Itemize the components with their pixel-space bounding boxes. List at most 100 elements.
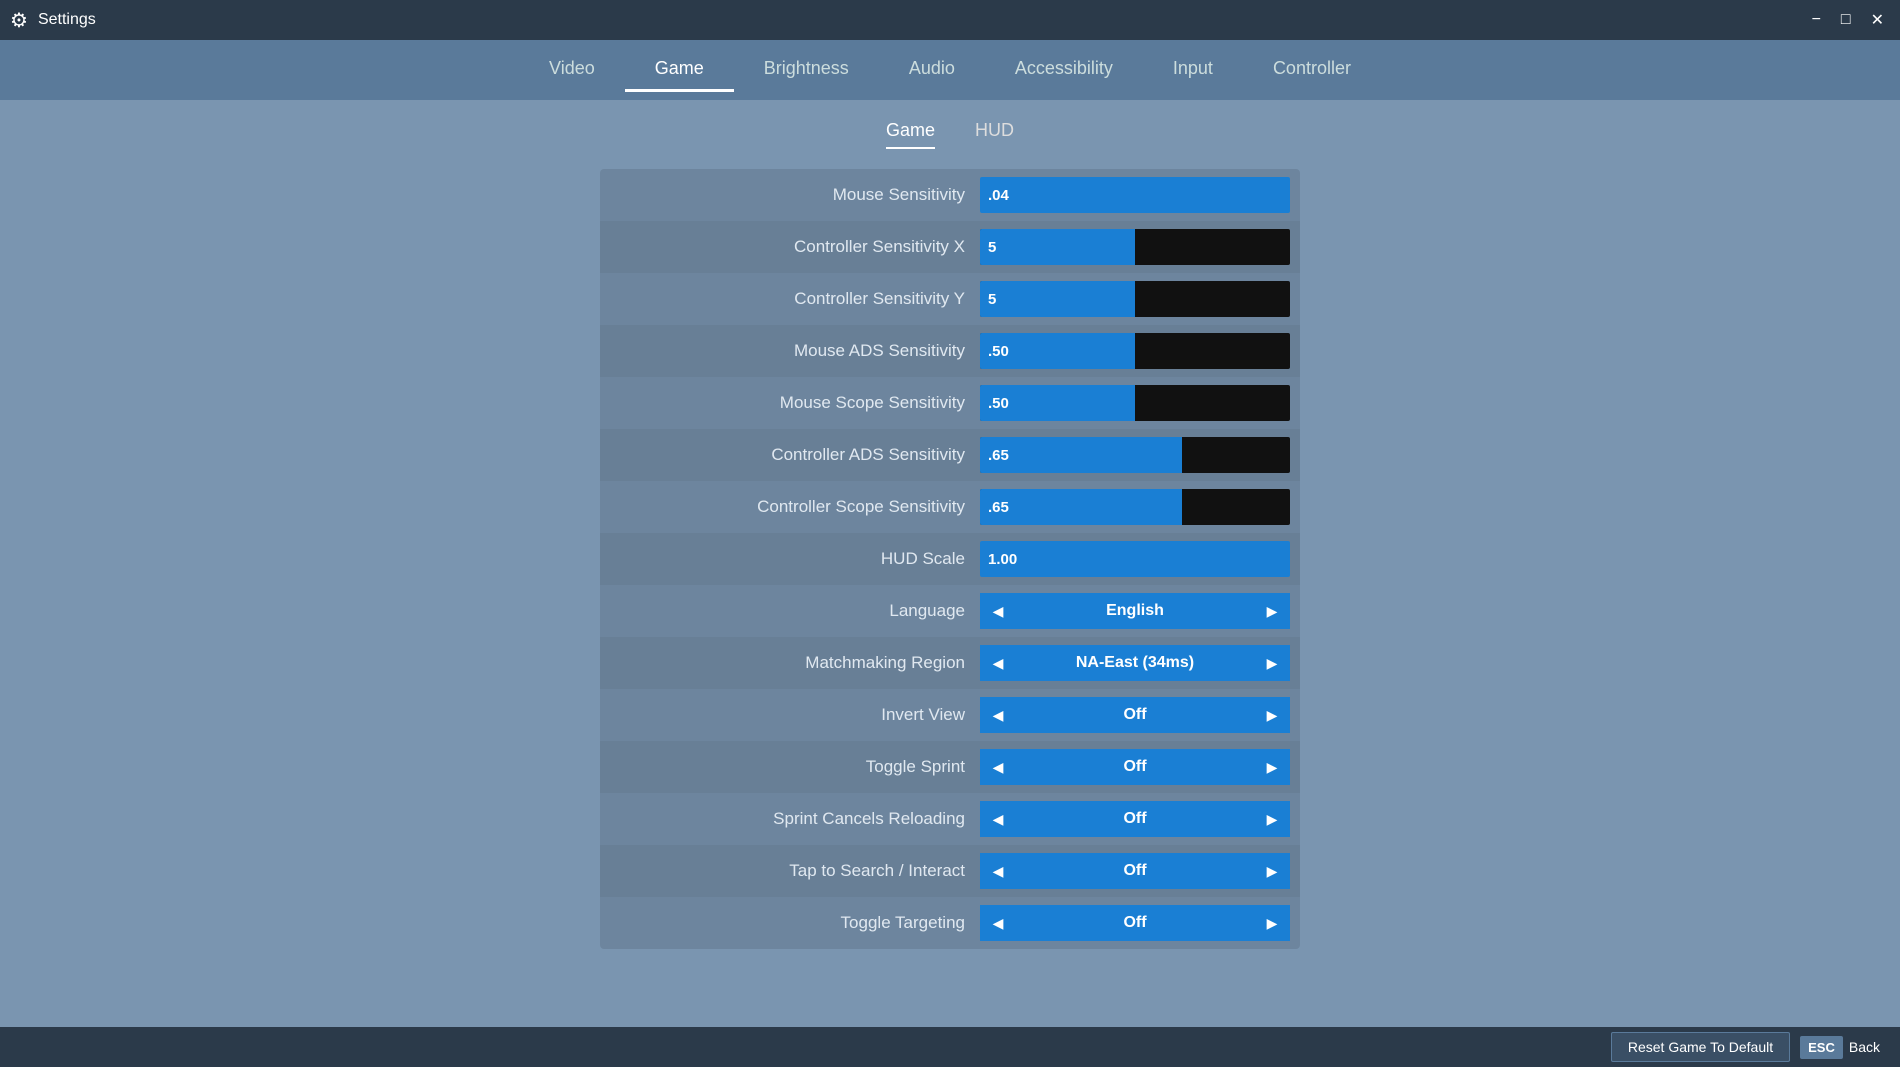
- sub-tabs: Game HUD: [886, 120, 1014, 149]
- setting-control-toggle-sprint: ◀ Off ▶: [980, 749, 1290, 785]
- setting-label-toggle-targeting: Toggle Targeting: [610, 913, 980, 933]
- setting-control-language: ◀ English ▶: [980, 593, 1290, 629]
- close-button[interactable]: ✕: [1865, 8, 1890, 32]
- setting-label-language: Language: [610, 601, 980, 621]
- slider-fill-mouse-ads-sensitivity: .50: [980, 333, 1135, 369]
- matchmaking-region-value: NA-East (34ms): [1016, 645, 1254, 681]
- top-nav: Video Game Brightness Audio Accessibilit…: [0, 40, 1900, 100]
- minimize-button[interactable]: −: [1806, 9, 1827, 31]
- maximize-button[interactable]: □: [1835, 9, 1857, 31]
- setting-row-toggle-targeting: Toggle Targeting ◀ Off ▶: [600, 897, 1300, 949]
- language-next-button[interactable]: ▶: [1254, 593, 1290, 629]
- setting-label-mouse-scope-sensitivity: Mouse Scope Sensitivity: [610, 393, 980, 413]
- toggle-targeting-next-button[interactable]: ▶: [1254, 905, 1290, 941]
- setting-row-toggle-sprint: Toggle Sprint ◀ Off ▶: [600, 741, 1300, 793]
- toggle-targeting-value: Off: [1016, 905, 1254, 941]
- setting-control-hud-scale[interactable]: 1.00: [980, 541, 1290, 577]
- arrow-selector-matchmaking-region: ◀ NA-East (34ms) ▶: [980, 645, 1290, 681]
- arrow-selector-sprint-cancels-reloading: ◀ Off ▶: [980, 801, 1290, 837]
- setting-row-language: Language ◀ English ▶: [600, 585, 1300, 637]
- back-label: Back: [1849, 1039, 1880, 1055]
- matchmaking-region-prev-button[interactable]: ◀: [980, 645, 1016, 681]
- setting-row-tap-to-search-interact: Tap to Search / Interact ◀ Off ▶: [600, 845, 1300, 897]
- setting-control-controller-sensitivity-y[interactable]: 5: [980, 281, 1290, 317]
- setting-row-mouse-scope-sensitivity: Mouse Scope Sensitivity .50: [600, 377, 1300, 429]
- setting-control-controller-scope-sensitivity[interactable]: .65: [980, 489, 1290, 525]
- setting-control-controller-sensitivity-x[interactable]: 5: [980, 229, 1290, 265]
- setting-control-sprint-cancels-reloading: ◀ Off ▶: [980, 801, 1290, 837]
- setting-label-controller-scope-sensitivity: Controller Scope Sensitivity: [610, 497, 980, 517]
- toggle-sprint-prev-button[interactable]: ◀: [980, 749, 1016, 785]
- invert-view-next-button[interactable]: ▶: [1254, 697, 1290, 733]
- nav-tab-controller[interactable]: Controller: [1243, 48, 1381, 92]
- sprint-cancels-reloading-prev-button[interactable]: ◀: [980, 801, 1016, 837]
- esc-key-label: ESC: [1800, 1036, 1843, 1059]
- tap-to-search-interact-prev-button[interactable]: ◀: [980, 853, 1016, 889]
- invert-view-value: Off: [1016, 697, 1254, 733]
- esc-back-group: ESC Back: [1800, 1036, 1880, 1059]
- setting-control-mouse-ads-sensitivity[interactable]: .50: [980, 333, 1290, 369]
- nav-tab-accessibility[interactable]: Accessibility: [985, 48, 1143, 92]
- tap-to-search-interact-next-button[interactable]: ▶: [1254, 853, 1290, 889]
- setting-row-matchmaking-region: Matchmaking Region ◀ NA-East (34ms) ▶: [600, 637, 1300, 689]
- titlebar: ⚙ Settings − □ ✕: [0, 0, 1900, 40]
- setting-row-controller-sensitivity-x: Controller Sensitivity X 5: [600, 221, 1300, 273]
- tap-to-search-interact-value: Off: [1016, 853, 1254, 889]
- setting-control-mouse-sensitivity[interactable]: .04: [980, 177, 1290, 213]
- setting-control-toggle-targeting: ◀ Off ▶: [980, 905, 1290, 941]
- setting-row-mouse-ads-sensitivity: Mouse ADS Sensitivity .50: [600, 325, 1300, 377]
- setting-row-controller-scope-sensitivity: Controller Scope Sensitivity .65: [600, 481, 1300, 533]
- setting-label-toggle-sprint: Toggle Sprint: [610, 757, 980, 777]
- setting-label-invert-view: Invert View: [610, 705, 980, 725]
- sub-tab-hud[interactable]: HUD: [975, 120, 1014, 149]
- slider-fill-hud-scale: 1.00: [980, 541, 1290, 577]
- setting-label-mouse-ads-sensitivity: Mouse ADS Sensitivity: [610, 341, 980, 361]
- arrow-selector-language: ◀ English ▶: [980, 593, 1290, 629]
- setting-label-hud-scale: HUD Scale: [610, 549, 980, 569]
- slider-fill-controller-sensitivity-y: 5: [980, 281, 1135, 317]
- arrow-selector-toggle-targeting: ◀ Off ▶: [980, 905, 1290, 941]
- toggle-sprint-value: Off: [1016, 749, 1254, 785]
- arrow-selector-tap-to-search-interact: ◀ Off ▶: [980, 853, 1290, 889]
- nav-tab-audio[interactable]: Audio: [879, 48, 985, 92]
- setting-control-mouse-scope-sensitivity[interactable]: .50: [980, 385, 1290, 421]
- setting-label-sprint-cancels-reloading: Sprint Cancels Reloading: [610, 809, 980, 829]
- sub-tab-game[interactable]: Game: [886, 120, 935, 149]
- setting-label-controller-sensitivity-x: Controller Sensitivity X: [610, 237, 980, 257]
- nav-tab-input[interactable]: Input: [1143, 48, 1243, 92]
- setting-row-hud-scale: HUD Scale 1.00: [600, 533, 1300, 585]
- nav-tab-brightness[interactable]: Brightness: [734, 48, 879, 92]
- setting-control-tap-to-search-interact: ◀ Off ▶: [980, 853, 1290, 889]
- settings-icon: ⚙: [10, 8, 28, 33]
- setting-row-invert-view: Invert View ◀ Off ▶: [600, 689, 1300, 741]
- arrow-selector-toggle-sprint: ◀ Off ▶: [980, 749, 1290, 785]
- setting-label-tap-to-search-interact: Tap to Search / Interact: [610, 861, 980, 881]
- language-value: English: [1016, 593, 1254, 629]
- setting-row-controller-ads-sensitivity: Controller ADS Sensitivity .65: [600, 429, 1300, 481]
- setting-row-mouse-sensitivity: Mouse Sensitivity .04: [600, 169, 1300, 221]
- setting-label-matchmaking-region: Matchmaking Region: [610, 653, 980, 673]
- setting-row-sprint-cancels-reloading: Sprint Cancels Reloading ◀ Off ▶: [600, 793, 1300, 845]
- app-title: Settings: [38, 11, 96, 29]
- titlebar-left: ⚙ Settings: [10, 8, 96, 33]
- slider-fill-mouse-scope-sensitivity: .50: [980, 385, 1135, 421]
- setting-control-matchmaking-region: ◀ NA-East (34ms) ▶: [980, 645, 1290, 681]
- slider-fill-controller-ads-sensitivity: .65: [980, 437, 1182, 473]
- setting-label-controller-ads-sensitivity: Controller ADS Sensitivity: [610, 445, 980, 465]
- main-content: Game HUD Mouse Sensitivity .04 Controlle…: [0, 100, 1900, 1027]
- matchmaking-region-next-button[interactable]: ▶: [1254, 645, 1290, 681]
- toggle-targeting-prev-button[interactable]: ◀: [980, 905, 1016, 941]
- settings-panel: Mouse Sensitivity .04 Controller Sensiti…: [600, 169, 1300, 949]
- bottom-bar: Reset Game To Default ESC Back: [0, 1027, 1900, 1067]
- invert-view-prev-button[interactable]: ◀: [980, 697, 1016, 733]
- slider-fill-controller-scope-sensitivity: .65: [980, 489, 1182, 525]
- reset-game-to-default-button[interactable]: Reset Game To Default: [1611, 1032, 1790, 1062]
- nav-tab-video[interactable]: Video: [519, 48, 625, 92]
- language-prev-button[interactable]: ◀: [980, 593, 1016, 629]
- setting-control-controller-ads-sensitivity[interactable]: .65: [980, 437, 1290, 473]
- toggle-sprint-next-button[interactable]: ▶: [1254, 749, 1290, 785]
- sprint-cancels-reloading-next-button[interactable]: ▶: [1254, 801, 1290, 837]
- nav-tab-game[interactable]: Game: [625, 48, 734, 92]
- titlebar-controls: − □ ✕: [1806, 8, 1890, 32]
- setting-control-invert-view: ◀ Off ▶: [980, 697, 1290, 733]
